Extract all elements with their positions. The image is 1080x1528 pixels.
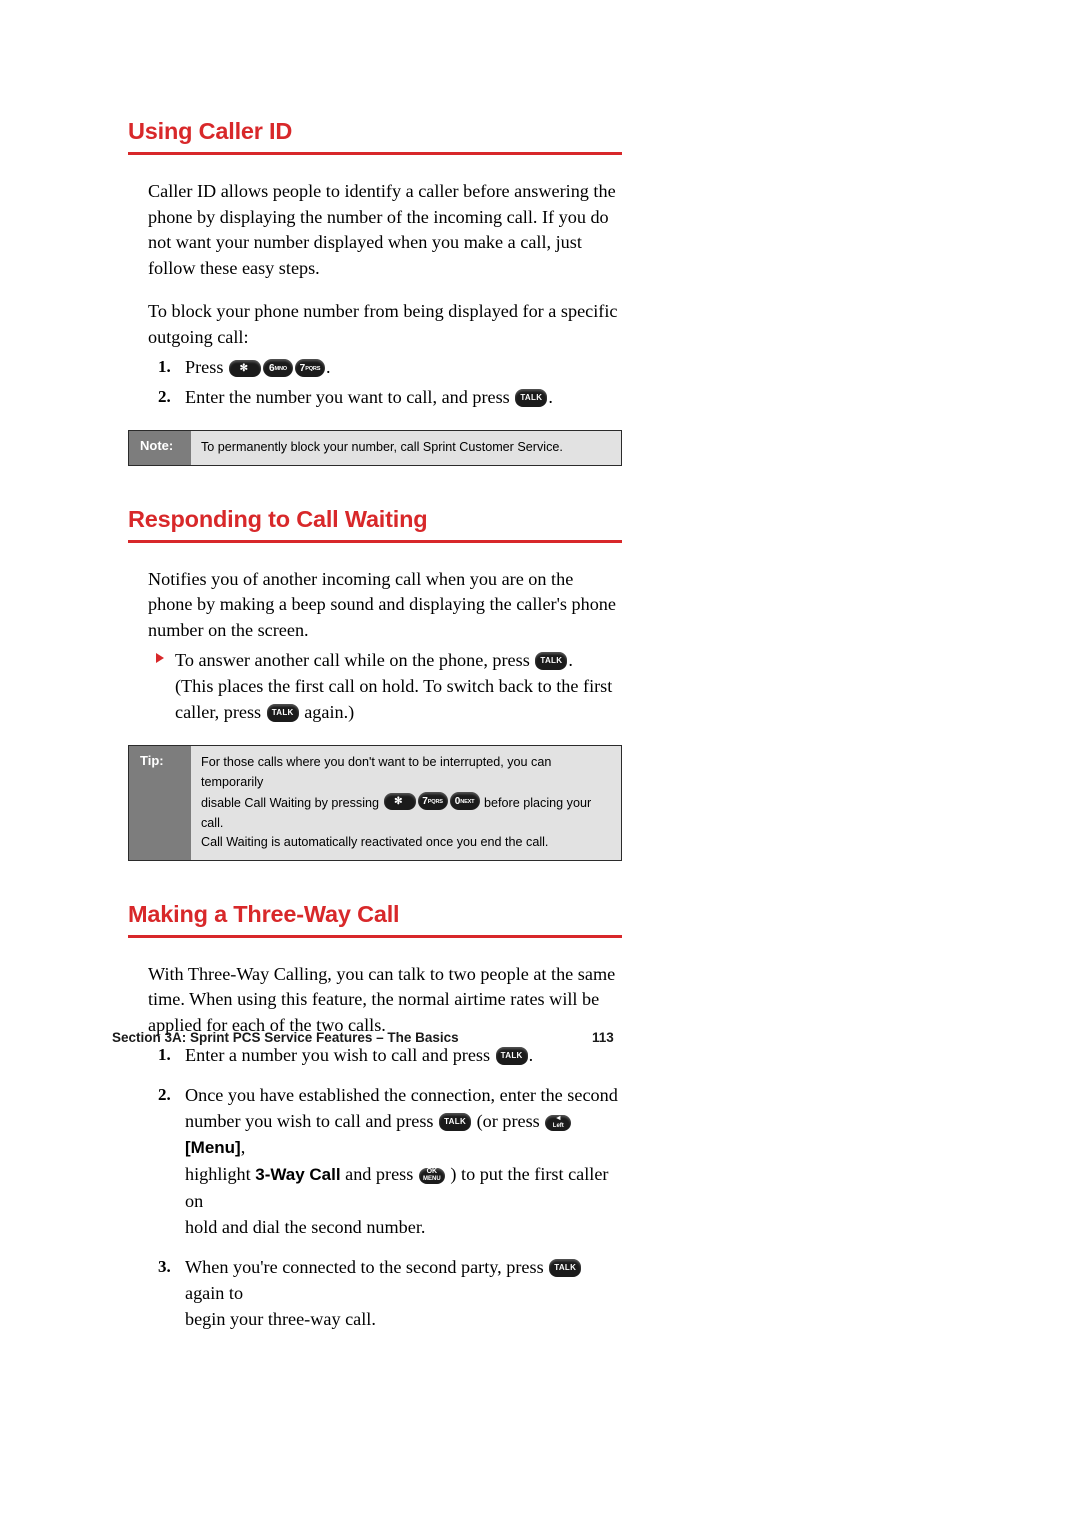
heading-using-caller-id: Using Caller ID: [128, 118, 622, 155]
step-line-1: When you're connected to the second part…: [185, 1257, 582, 1303]
text: disable Call Waiting by pressing: [201, 796, 383, 810]
text: When you're connected to the second part…: [185, 1257, 549, 1277]
list-item: 3. When you're connected to the second p…: [148, 1254, 622, 1332]
list-item: 1. Press ✻ 6MNO 7PQRS.: [148, 354, 622, 380]
three-way-call-label: 3-Way Call: [255, 1165, 341, 1184]
paragraph: Notifies you of another incoming call wh…: [148, 568, 616, 640]
step-number: 2.: [158, 1085, 171, 1104]
step-text: Enter a number you wish to call and pres…: [185, 1045, 495, 1065]
step-line-3: highlight 3-Way Call and press OK MENU ) …: [185, 1164, 608, 1211]
footer-section-title: Section 3A: Sprint PCS Service Features …: [112, 1030, 459, 1045]
paragraph: To block your phone number from being di…: [148, 301, 618, 347]
text: ,: [240, 1137, 246, 1157]
text: caller, press: [175, 702, 266, 722]
bullet-text-end: .: [568, 650, 573, 670]
key-star-icon: ✻: [228, 360, 261, 377]
key-talk-icon: TALK: [549, 1259, 582, 1277]
step-text-end: .: [528, 1045, 534, 1065]
key-6-icon: 6MNO: [262, 359, 293, 377]
tip-line-3: Call Waiting is automatically reactivate…: [201, 835, 549, 849]
key-talk-icon: TALK: [266, 704, 299, 722]
text: highlight: [185, 1164, 256, 1184]
page-footer: Section 3A: Sprint PCS Service Features …: [112, 1030, 652, 1045]
note-label: Note:: [129, 431, 191, 465]
step-line-4: hold and dial the second number.: [185, 1217, 426, 1237]
steps-list-caller-id: 1. Press ✻ 6MNO 7PQRS. 2. Enter the number …: [148, 354, 622, 410]
key-talk-icon: TALK: [495, 1047, 528, 1065]
step-text-end: .: [548, 387, 553, 407]
text: again to: [185, 1283, 244, 1303]
list-item: 2. Enter the number you want to call, and…: [148, 384, 622, 410]
triangle-bullet-icon: [156, 653, 164, 663]
bullet-continuation-line: (This places the first call on hold. To …: [175, 676, 613, 696]
tip-line-2: disable Call Waiting by pressing ✻ 7PQRS…: [201, 792, 613, 833]
key-7-icon: 7PQRS: [417, 792, 448, 810]
step-number: 1.: [158, 1045, 171, 1064]
tip-label: Tip:: [129, 746, 191, 860]
key-talk-icon: TALK: [515, 389, 548, 407]
list-item: To answer another call while on the phon…: [148, 647, 622, 673]
key-talk-icon: TALK: [535, 652, 568, 670]
heading-making-three-way-call: Making a Three-Way Call: [128, 901, 622, 938]
section-body-call-waiting: Notifies you of another incoming call wh…: [148, 567, 622, 726]
tip-line-1: For those calls where you don't want to …: [201, 755, 552, 789]
key-7-icon: 7PQRS: [294, 359, 325, 377]
note-callout: Note: To permanently block your number, …: [128, 430, 622, 466]
step-number: 2.: [158, 387, 171, 406]
step-text-end: .: [325, 357, 331, 377]
text: number you wish to call and press: [185, 1111, 439, 1131]
text-end: again.): [299, 702, 355, 722]
key-0-icon: 0NEXT: [449, 792, 480, 810]
step-number: 3.: [158, 1257, 171, 1276]
menu-bracket-label: [Menu]: [185, 1138, 241, 1157]
list-item: 1. Enter a number you wish to call and pr…: [148, 1042, 622, 1068]
page-content: Using Caller ID Caller ID allows people …: [128, 118, 628, 1332]
text: and press: [340, 1164, 418, 1184]
page-number: 113: [592, 1030, 614, 1045]
bullet-text: To answer another call while on the phon…: [175, 650, 535, 670]
step-line-2: number you wish to call and press TALK (…: [185, 1111, 572, 1157]
key-star-icon: ✻: [383, 793, 416, 810]
steps-list-three-way: 1. Enter a number you wish to call and pr…: [148, 1042, 622, 1332]
step-text: Press: [185, 357, 228, 377]
section-body-caller-id: Caller ID allows people to identify a ca…: [148, 179, 622, 410]
list-item: 2. Once you have established the connect…: [148, 1082, 622, 1240]
step-text: Enter the number you want to call, and p…: [185, 387, 515, 407]
document-page: Using Caller ID Caller ID allows people …: [0, 0, 1080, 1528]
bullet-continuation-line-2: caller, press TALK again.): [148, 699, 622, 725]
key-talk-icon: TALK: [439, 1113, 472, 1131]
text: (or press: [472, 1111, 545, 1131]
section-body-three-way: With Three-Way Calling, you can talk to …: [148, 962, 622, 1333]
paragraph: With Three-Way Calling, you can talk to …: [148, 963, 616, 1035]
step-number: 1.: [158, 357, 171, 376]
heading-responding-to-call-waiting: Responding to Call Waiting: [128, 506, 622, 543]
key-left-soft-icon: ◄ Left: [545, 1115, 572, 1131]
tip-callout: Tip: For those calls where you don't wan…: [128, 745, 622, 861]
step-line-2: begin your three-way call.: [185, 1309, 376, 1329]
note-text: To permanently block your number, call S…: [191, 431, 621, 465]
paragraph: Caller ID allows people to identify a ca…: [148, 181, 616, 278]
key-ok-menu-icon: OK MENU: [418, 1168, 445, 1184]
tip-text: For those calls where you don't want to …: [191, 746, 621, 860]
step-line-1: Once you have established the connection…: [185, 1085, 618, 1105]
